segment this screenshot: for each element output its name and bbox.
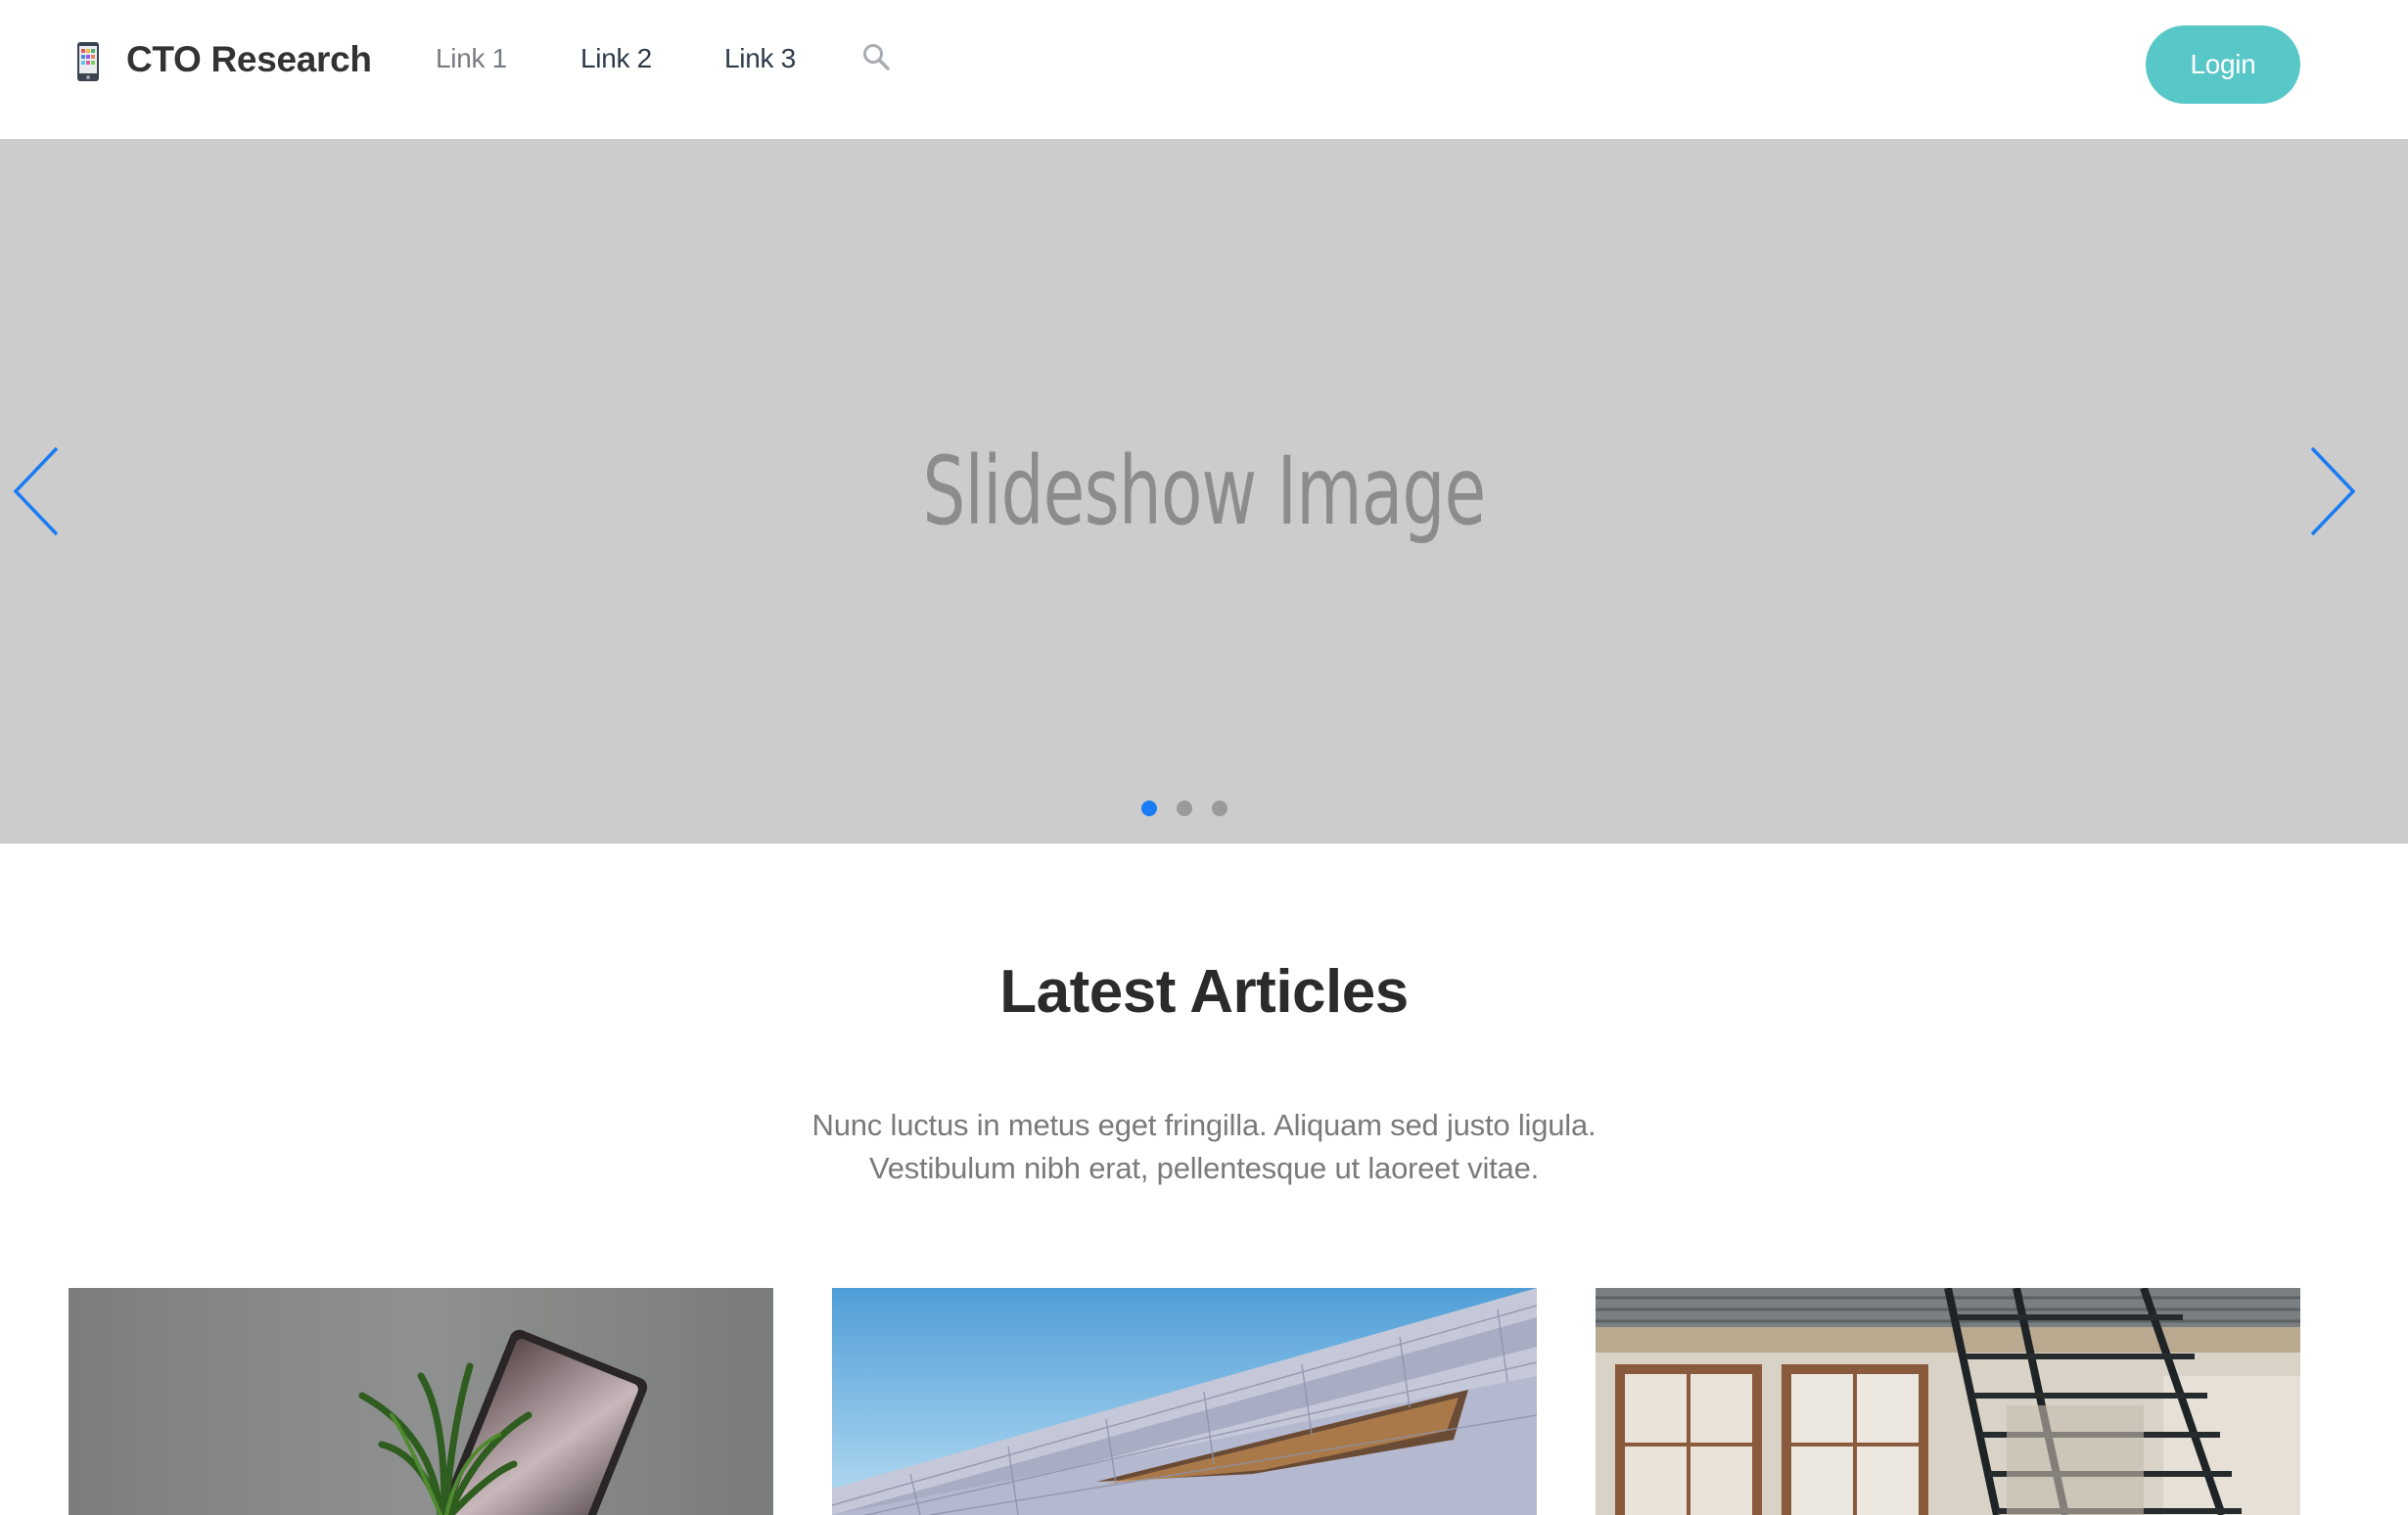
- nav-link-3[interactable]: Link 3: [724, 40, 796, 77]
- phone-app-icon[interactable]: [76, 41, 100, 82]
- article-card-2[interactable]: [832, 1288, 1537, 1515]
- section-description: Nunc luctus in metus eget fringilla. Ali…: [0, 1104, 2408, 1190]
- carousel-dot-3[interactable]: [1212, 801, 1227, 816]
- article-card-3[interactable]: [1596, 1288, 2300, 1515]
- chevron-right-icon[interactable]: [2302, 444, 2361, 538]
- carousel-indicators: [0, 799, 2408, 818]
- slideshow[interactable]: Slideshow Image: [0, 139, 2408, 844]
- top-navbar: CTO Research Link 1 Link 2 Link 3 Login: [0, 0, 2408, 139]
- chevron-left-icon[interactable]: [8, 444, 67, 538]
- nav-link-2[interactable]: Link 2: [580, 40, 652, 77]
- article-card-1[interactable]: [69, 1288, 773, 1515]
- brand-name[interactable]: CTO Research: [126, 37, 372, 82]
- nav-link-1[interactable]: Link 1: [436, 40, 507, 77]
- carousel-dot-1[interactable]: [1141, 801, 1157, 816]
- description-line-2: Vestibulum nibh erat, pellentesque ut la…: [868, 1151, 1540, 1185]
- article-image-laptop[interactable]: [69, 1288, 773, 1515]
- section-title: Latest Articles: [999, 958, 1409, 1026]
- login-button[interactable]: Login: [2146, 25, 2300, 104]
- article-image-building[interactable]: [832, 1288, 1537, 1515]
- article-image-loft[interactable]: [1596, 1288, 2300, 1515]
- description-line-1: Nunc luctus in metus eget fringilla. Ali…: [811, 1108, 1597, 1142]
- slide-caption: Slideshow Image: [922, 436, 1487, 546]
- search-icon[interactable]: [861, 42, 891, 71]
- carousel-dot-2[interactable]: [1177, 801, 1192, 816]
